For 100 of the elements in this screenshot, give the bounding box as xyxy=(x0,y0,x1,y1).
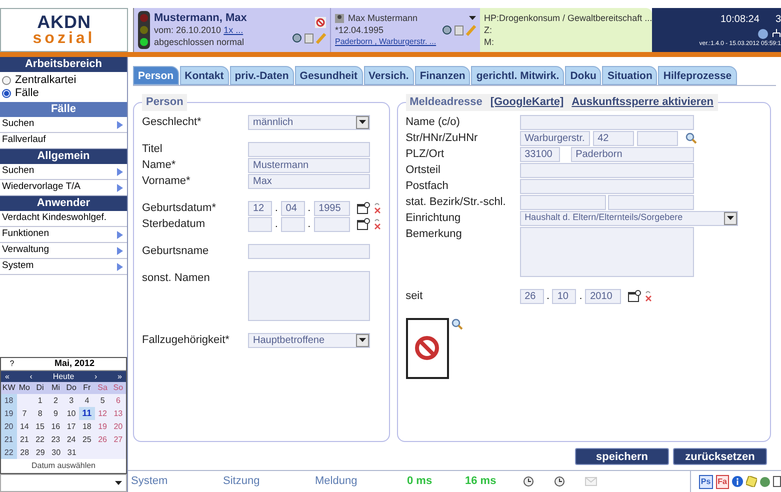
input-field[interactable] xyxy=(280,216,305,232)
calendar-nav-button[interactable]: › xyxy=(94,370,98,382)
input-field[interactable]: 12 xyxy=(248,200,272,216)
tab[interactable]: Hilfeprozesse xyxy=(658,66,737,85)
calendar-nav-button[interactable]: ‹ xyxy=(30,370,32,382)
search-icon[interactable] xyxy=(450,318,463,330)
input-field[interactable]: 2010 xyxy=(585,288,622,304)
calendar-day[interactable]: 18 xyxy=(79,420,95,433)
dropdown[interactable]: Hauptbetroffene xyxy=(248,332,370,348)
input-field[interactable]: 10 xyxy=(552,288,576,304)
calendar-icon[interactable] xyxy=(628,290,642,302)
calendar-day[interactable]: 1 xyxy=(32,394,48,407)
calendar-day[interactable]: 30 xyxy=(48,446,64,459)
panel-icon[interactable] xyxy=(773,476,781,487)
input-field[interactable] xyxy=(520,178,694,194)
dropdown[interactable] xyxy=(0,474,127,492)
calendar-day[interactable]: 2 xyxy=(48,394,64,407)
menu-item[interactable]: Verdacht Kindeswohlgef. xyxy=(0,211,127,227)
input-field[interactable] xyxy=(636,130,678,146)
calendar-day[interactable]: 5 xyxy=(94,394,110,407)
calendar-day[interactable]: 23 xyxy=(48,433,64,446)
action-button[interactable]: zurücksetzen xyxy=(673,448,767,465)
legend-link[interactable]: Auskunftssperre aktivieren xyxy=(572,94,714,110)
menu-item[interactable]: Verwaltung xyxy=(0,243,127,259)
input-field[interactable]: Paderborn xyxy=(570,146,694,162)
input-field[interactable] xyxy=(248,244,370,258)
tools-icon[interactable] xyxy=(292,32,326,44)
action-button[interactable]: speichern xyxy=(575,448,669,465)
search-icon[interactable] xyxy=(684,132,697,144)
input-field[interactable]: 1995 xyxy=(314,200,350,216)
menu-item[interactable]: Suchen xyxy=(0,117,127,133)
app-icon[interactable]: Ps xyxy=(698,474,713,488)
calendar-nav-button[interactable]: Heute xyxy=(52,370,74,382)
calendar-day[interactable]: 27 xyxy=(110,433,126,446)
app-icon[interactable]: Fa xyxy=(716,474,729,488)
calendar-day[interactable]: 26 xyxy=(94,433,110,446)
menu-item[interactable]: Suchen xyxy=(0,164,127,180)
tab[interactable]: Gesundheit xyxy=(294,66,363,85)
clear-icon[interactable] xyxy=(374,218,381,230)
calendar-day[interactable]: 8 xyxy=(32,407,48,420)
input-field[interactable]: 33100 xyxy=(520,146,560,162)
globe-icon[interactable] xyxy=(760,476,770,486)
clear-icon[interactable] xyxy=(645,290,652,302)
input-field[interactable] xyxy=(520,162,694,178)
calendar-day[interactable]: 24 xyxy=(64,433,80,446)
dropdown[interactable]: Haushalt d. Eltern/Elternteils/Sorgebere xyxy=(520,210,738,226)
input-field[interactable]: Warburgerstr. xyxy=(520,130,590,146)
info-icon[interactable] xyxy=(732,476,743,487)
calendar-day[interactable]: 12 xyxy=(94,407,110,420)
calendar-day[interactable]: 29 xyxy=(32,446,48,459)
note-icon[interactable] xyxy=(746,476,757,487)
input-field[interactable] xyxy=(314,216,350,232)
calendar-day[interactable]: 21 xyxy=(16,433,32,446)
tools-icon[interactable] xyxy=(442,24,476,36)
input-field[interactable] xyxy=(520,114,694,130)
calendar-day[interactable]: 7 xyxy=(16,407,32,420)
menu-item[interactable]: System xyxy=(0,259,127,275)
input-field[interactable] xyxy=(608,194,694,210)
input-field[interactable]: Max xyxy=(248,174,370,188)
tab[interactable]: Situation xyxy=(602,66,658,85)
radio-button[interactable] xyxy=(2,89,11,98)
clear-icon[interactable] xyxy=(374,202,381,214)
input-field[interactable]: 04 xyxy=(280,200,305,216)
legend-link[interactable]: [GoogleKarte] xyxy=(490,94,564,110)
calendar-day[interactable]: 22 xyxy=(32,433,48,446)
dropdown-arrow[interactable] xyxy=(469,16,476,20)
calendar-day[interactable]: 20 xyxy=(110,420,126,433)
tab[interactable]: Kontakt xyxy=(180,66,229,85)
block-icon[interactable] xyxy=(315,16,326,28)
calendar-day[interactable]: 14 xyxy=(16,420,32,433)
calendar-day[interactable]: 6 xyxy=(110,394,126,407)
dropdown[interactable]: männlich xyxy=(248,114,370,130)
calendar-day[interactable]: 25 xyxy=(79,433,95,446)
calendar-day[interactable]: 11 xyxy=(79,407,95,420)
input-field[interactable] xyxy=(248,142,370,156)
calendar-nav-button[interactable]: » xyxy=(118,370,122,382)
calendar-day[interactable]: 17 xyxy=(64,420,80,433)
calendar-day[interactable]: 31 xyxy=(64,446,80,459)
calendar-icon[interactable] xyxy=(356,202,370,214)
input-field[interactable]: 42 xyxy=(592,130,634,146)
calendar-day[interactable]: 3 xyxy=(64,394,80,407)
calendar-day[interactable]: 16 xyxy=(48,420,64,433)
tab[interactable]: Finanzen xyxy=(414,66,470,85)
tab[interactable]: priv.-Daten xyxy=(230,66,294,85)
input-field[interactable] xyxy=(248,216,272,232)
tab[interactable]: Doku xyxy=(565,66,602,85)
calendar-day[interactable]: 28 xyxy=(16,446,32,459)
tab[interactable]: Person xyxy=(133,66,179,85)
help-button[interactable]: ? xyxy=(1,358,23,370)
radio-button[interactable] xyxy=(2,76,11,85)
input-field[interactable]: Mustermann xyxy=(248,158,370,172)
calendar-day[interactable]: 13 xyxy=(110,407,126,420)
tab[interactable]: gerichtl. Mitwirk. xyxy=(471,66,564,85)
calendar-day[interactable]: 9 xyxy=(48,407,64,420)
person-address[interactable]: Paderborn , Warburgerstr. ... xyxy=(335,36,436,48)
calendar-nav-button[interactable]: « xyxy=(5,370,10,382)
calendar-day[interactable]: 10 xyxy=(64,407,80,420)
calendar-day[interactable]: 19 xyxy=(94,420,110,433)
calendar-day[interactable]: 4 xyxy=(79,394,95,407)
tab[interactable]: Versich. xyxy=(364,66,414,85)
